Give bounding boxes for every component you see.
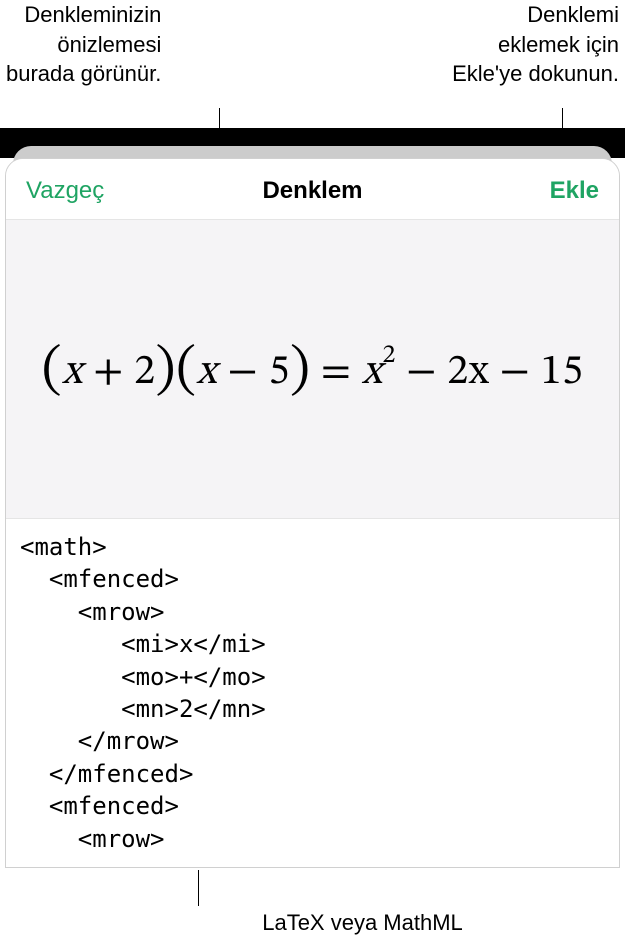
equation-input-area[interactable]: <math> <mfenced> <mrow> <mi>x</mi> <mo>+… bbox=[6, 519, 619, 867]
equation-part: x bbox=[62, 351, 83, 393]
equation-part: − 2x − 15 bbox=[396, 351, 583, 393]
equation-part: 2 bbox=[383, 343, 396, 369]
equation-part: ) bbox=[156, 343, 177, 399]
equation-part: 5 bbox=[269, 351, 290, 393]
insert-button[interactable]: Ekle bbox=[550, 177, 599, 205]
equation-part: = bbox=[310, 351, 361, 393]
equation-part: + bbox=[83, 351, 134, 393]
callout-insert-text: Denklemi eklemek için Ekle'ye dokunun. bbox=[452, 0, 619, 128]
equation-part: ( bbox=[176, 343, 197, 399]
equation-source-code: <math> <mfenced> <mrow> <mi>x</mi> <mo>+… bbox=[20, 531, 605, 855]
cancel-button[interactable]: Vazgeç bbox=[26, 177, 104, 205]
callout-preview-text: Denkleminizin önizlemesi burada görünür. bbox=[6, 0, 161, 128]
equation-part: ) bbox=[290, 343, 311, 399]
modal-header: Vazgeç Denklem Ekle bbox=[6, 159, 619, 219]
equation-part: − bbox=[217, 351, 268, 393]
modal-title: Denklem bbox=[262, 177, 362, 205]
equation-part: ( bbox=[42, 343, 63, 399]
equation-part: 2 bbox=[134, 351, 155, 393]
callout-input-text: LaTeX veya MathML bbox=[262, 910, 463, 936]
equation-preview-area: (x + 2)(x − 5) = x2 − 2x − 15 bbox=[6, 219, 619, 519]
callout-line bbox=[198, 870, 199, 906]
equation-modal: Vazgeç Denklem Ekle (x + 2)(x − 5) = x2 … bbox=[5, 158, 620, 868]
equation-part: x bbox=[197, 351, 218, 393]
equation-part: x bbox=[362, 351, 383, 393]
equation-preview: (x + 2)(x − 5) = x2 − 2x − 15 bbox=[42, 334, 584, 404]
